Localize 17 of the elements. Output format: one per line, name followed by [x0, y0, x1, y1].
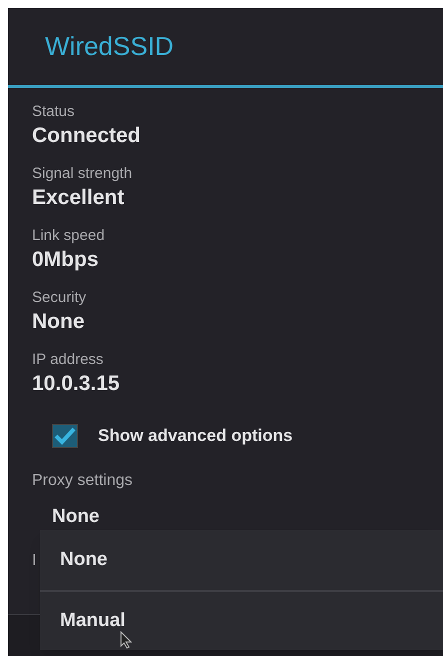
detail-label: Link speed — [32, 226, 106, 246]
checkbox[interactable] — [52, 424, 78, 448]
detail-label: IP address — [32, 350, 104, 370]
detail-label: Signal strength — [32, 164, 134, 184]
proxy-label: Proxy settings — [32, 471, 134, 491]
advanced-options-checkbox[interactable]: Show advanced options — [32, 416, 443, 456]
dialog-title: WiredSSID — [45, 30, 174, 63]
detail-value: 0Mbps — [32, 247, 100, 273]
detail-value: Excellent — [32, 185, 126, 211]
ip-settings-label: I — [32, 551, 36, 571]
detail-value: None — [32, 309, 86, 335]
detail-label: Security — [32, 288, 88, 308]
cursor-icon — [120, 631, 132, 649]
check-icon — [54, 427, 76, 445]
detail-value: Connected — [32, 123, 142, 149]
detail-label: Status — [32, 102, 76, 122]
detail-value: 10.0.3.15 — [32, 371, 121, 397]
